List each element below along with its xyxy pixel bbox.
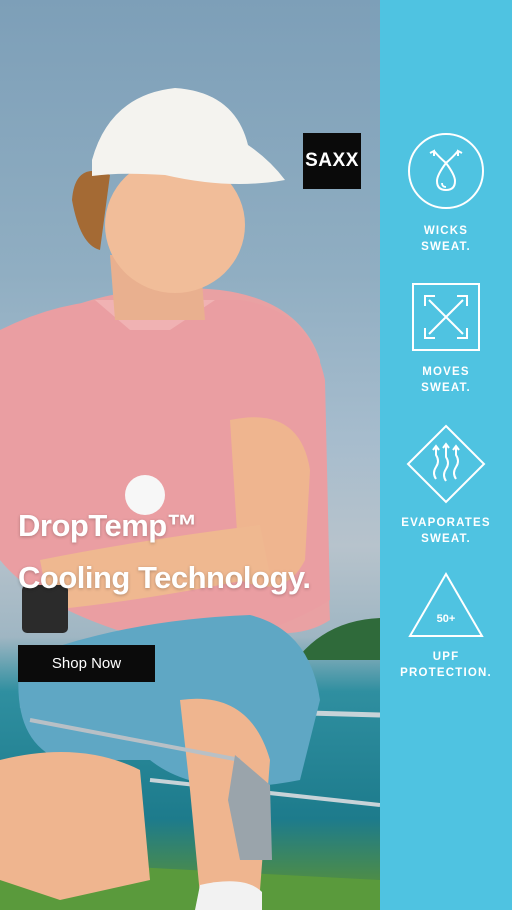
feature-label-evaporates: EVAPORATES SWEAT. xyxy=(380,515,512,547)
feature-line-2: SWEAT. xyxy=(421,533,471,545)
saxx-logo: SAXX xyxy=(303,133,361,189)
feature-line-2: SWEAT. xyxy=(421,382,471,394)
feature-label-wicks: WICKS SWEAT. xyxy=(380,223,512,255)
upf-triangle-icon: 50+ xyxy=(380,571,512,639)
feature-line-2: PROTECTION. xyxy=(400,667,492,679)
shop-now-button[interactable]: Shop Now xyxy=(18,645,155,682)
feature-line-1: WICKS xyxy=(423,225,469,237)
feature-line-1: EVAPORATES xyxy=(401,517,491,529)
expand-arrows-icon xyxy=(380,282,512,352)
hero-photo: SAXX DropTemp™ Cooling Technology. Shop … xyxy=(0,0,380,910)
feature-label-moves: MOVES SWEAT. xyxy=(380,364,512,396)
heat-waves-icon xyxy=(380,423,512,505)
logo-text: SAXX xyxy=(305,150,359,171)
feature-label-upf: UPF PROTECTION. xyxy=(380,649,512,681)
feature-line-1: UPF xyxy=(432,651,460,663)
features-panel: WICKS SWEAT. MOVES SWEAT. EVAPORATES SWE… xyxy=(380,0,512,910)
feature-line-1: MOVES xyxy=(422,366,470,378)
sweat-drop-icon xyxy=(380,131,512,211)
headline: DropTemp™ Cooling Technology. xyxy=(18,500,311,604)
headline-line-2: Cooling Technology. xyxy=(18,560,311,595)
feature-line-2: SWEAT. xyxy=(421,241,471,253)
saxx-ad: SAXX DropTemp™ Cooling Technology. Shop … xyxy=(0,0,512,910)
headline-line-1: DropTemp™ xyxy=(18,508,198,543)
upf-badge-text: 50+ xyxy=(437,613,456,625)
